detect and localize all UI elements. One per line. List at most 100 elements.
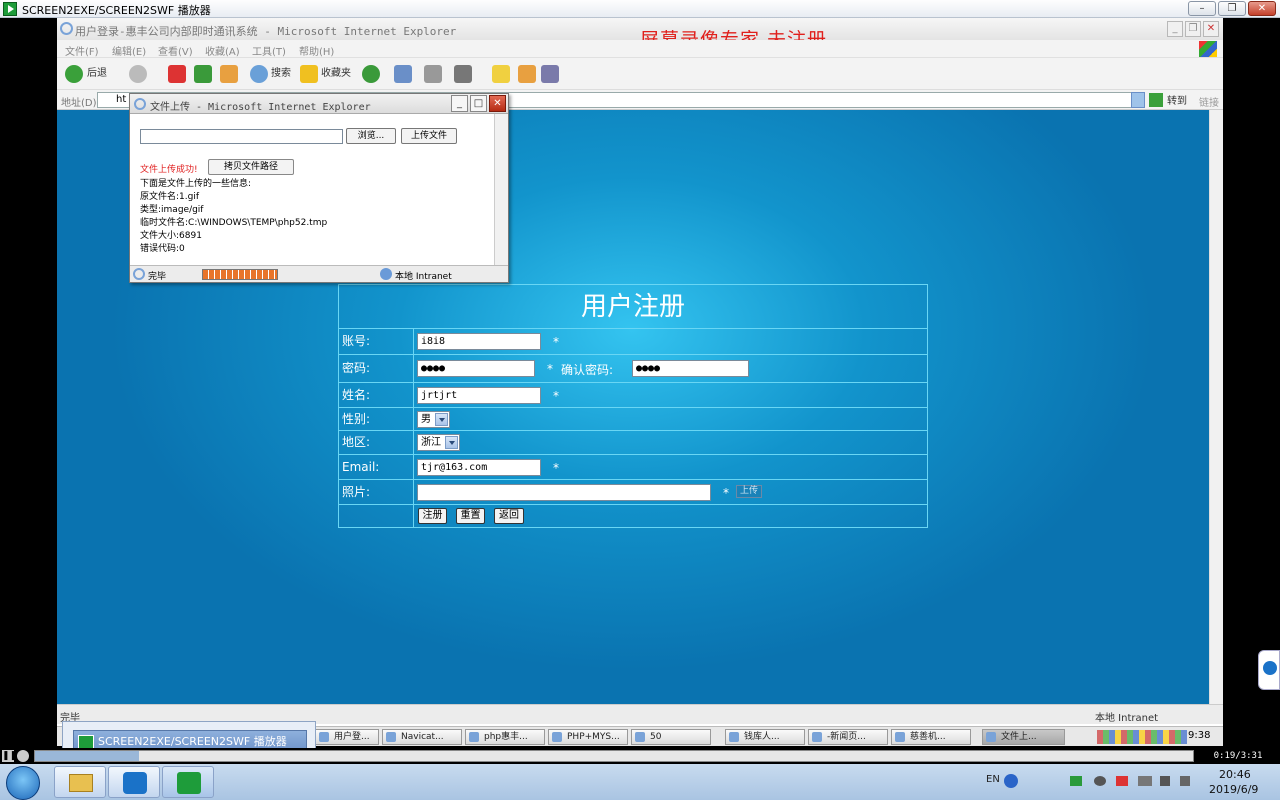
gender-select[interactable]: 男	[417, 411, 450, 428]
menu-file[interactable]: 文件(F)	[65, 43, 99, 58]
back-button[interactable]: 后退	[87, 65, 107, 83]
back-arrow-icon[interactable]	[65, 65, 83, 83]
file-path-input[interactable]	[140, 129, 343, 144]
taskbar-item-upload[interactable]: 文件上...	[982, 729, 1065, 745]
account-input[interactable]: i8i8	[417, 333, 541, 350]
gender-row: 性别: 男	[339, 408, 927, 431]
reset-button[interactable]: 重置	[456, 508, 485, 524]
popup-close-button[interactable]: ✕	[489, 95, 506, 112]
stop-icon[interactable]	[17, 750, 29, 762]
info-heading: 下面是文件上传的一些信息:	[140, 179, 252, 189]
ie-vertical-scrollbar[interactable]	[1209, 110, 1223, 704]
file-type: 类型:image/gif	[140, 205, 204, 215]
menu-tools[interactable]: 工具(T)	[252, 43, 286, 58]
register-button[interactable]: 注册	[418, 508, 447, 524]
taskbar-item-news[interactable]: -新闻页...	[808, 729, 888, 745]
favorites-button[interactable]: 收藏夹	[321, 65, 351, 83]
page-icon	[133, 268, 145, 280]
photo-input[interactable]	[417, 484, 711, 501]
help-icon[interactable]	[1004, 774, 1018, 788]
favorites-star-icon[interactable]	[300, 65, 318, 83]
ie-minimize-button[interactable]: _	[1167, 21, 1183, 37]
password-input[interactable]: ●●●●	[417, 360, 535, 377]
chevron-down-icon[interactable]	[445, 436, 458, 449]
email-row: Email: tjr@163.com *	[339, 455, 927, 480]
seek-track[interactable]	[34, 750, 1194, 762]
go-button[interactable]: 转到	[1167, 92, 1187, 107]
photo-required-mark: *	[723, 486, 729, 500]
taskbar-item-charity[interactable]: 慈善机...	[891, 729, 971, 745]
taskbar-item-qianku[interactable]: 钱库人...	[725, 729, 805, 745]
chevron-down-icon[interactable]	[435, 413, 448, 426]
address-dropdown-icon[interactable]	[1131, 92, 1145, 108]
popup-maximize-button[interactable]: □	[470, 95, 487, 112]
taskbar-item-login[interactable]: 用户登...	[315, 729, 379, 745]
browse-button[interactable]: 浏览...	[346, 128, 396, 144]
name-input[interactable]: jrtjrt	[417, 387, 541, 404]
ie-restore-button[interactable]: ❐	[1185, 21, 1201, 37]
button-row: 注册 重置 返回	[339, 505, 927, 528]
messenger-icon[interactable]	[541, 65, 559, 83]
clock-time[interactable]: 20:46	[1219, 768, 1251, 781]
taskbar-item-phpmysql[interactable]: PHP+MYS...	[548, 729, 628, 745]
research-icon[interactable]	[518, 65, 536, 83]
popup-scrollbar[interactable]	[494, 114, 508, 265]
name-row: 姓名: jrtjrt *	[339, 383, 927, 408]
links-button[interactable]: 链接	[1199, 94, 1219, 109]
edit-icon[interactable]	[454, 65, 472, 83]
taskbar-item-folder-50[interactable]: 50	[631, 729, 711, 745]
player-maximize-button[interactable]: ❐	[1218, 1, 1246, 16]
player-close-button[interactable]: ✕	[1248, 1, 1276, 16]
upload-file-button[interactable]: 上传文件	[401, 128, 457, 144]
stop-icon[interactable]	[168, 65, 186, 83]
history-icon[interactable]	[362, 65, 380, 83]
tray-icons[interactable]	[1097, 730, 1187, 744]
back-button[interactable]: 返回	[494, 508, 524, 524]
search-button[interactable]: 搜索	[271, 65, 291, 83]
account-row: 账号: i8i8 *	[339, 329, 927, 355]
search-icon[interactable]	[250, 65, 268, 83]
menu-view[interactable]: 查看(V)	[158, 43, 193, 58]
tray-app-icon[interactable]	[1116, 776, 1128, 786]
photo-label: 照片:	[339, 480, 414, 504]
volume-icon[interactable]	[1160, 776, 1170, 786]
popup-minimize-button[interactable]: _	[451, 95, 468, 112]
confirm-password-input[interactable]: ●●●●	[632, 360, 749, 377]
password-label: 密码:	[339, 355, 414, 382]
home-icon[interactable]	[220, 65, 238, 83]
explorer-pinned-icon[interactable]	[54, 766, 106, 798]
tray-network-icon[interactable]	[1070, 776, 1082, 786]
teamviewer-pinned-icon[interactable]	[108, 766, 160, 798]
account-required-mark: *	[553, 335, 559, 349]
photo-upload-button[interactable]: 上传	[736, 485, 762, 498]
go-arrow-icon[interactable]	[1149, 93, 1163, 107]
print-icon[interactable]	[424, 65, 442, 83]
menu-favorites[interactable]: 收藏(A)	[205, 43, 240, 58]
tray-chat-icon[interactable]	[1094, 776, 1106, 786]
language-indicator[interactable]: EN	[986, 774, 1000, 785]
region-select[interactable]: 浙江	[417, 434, 460, 451]
menu-edit[interactable]: 编辑(E)	[112, 43, 146, 58]
windows-taskbar: EN 20:46 2019/6/9	[0, 764, 1280, 800]
ie-close-button[interactable]: ✕	[1203, 21, 1219, 37]
tray-monitor-icon[interactable]	[1180, 776, 1190, 786]
clock-date[interactable]: 2019/6/9	[1209, 783, 1258, 796]
start-button[interactable]	[6, 766, 40, 800]
player-minimize-button[interactable]: –	[1188, 1, 1216, 16]
ie-window-title: 用户登录-惠丰公司内部即时通讯系统 - Microsoft Internet E…	[75, 25, 457, 38]
tray-device-icon[interactable]	[1138, 776, 1152, 786]
mail-icon[interactable]	[394, 65, 412, 83]
upload-success-text: 文件上传成功!	[140, 165, 198, 175]
taskbar-item-php[interactable]: php惠丰...	[465, 729, 545, 745]
forward-arrow-icon[interactable]	[129, 65, 147, 83]
taskbar-item-navicat[interactable]: Navicat...	[382, 729, 462, 745]
copy-path-button[interactable]: 拷贝文件路径	[208, 159, 294, 175]
email-input[interactable]: tjr@163.com	[417, 459, 541, 476]
refresh-icon[interactable]	[194, 65, 212, 83]
player-pinned-icon[interactable]	[162, 766, 214, 798]
teamviewer-side-tab[interactable]	[1258, 650, 1280, 690]
pause-icon[interactable]: ❚❚	[2, 750, 17, 762]
notes-icon[interactable]	[492, 65, 510, 83]
menu-help[interactable]: 帮助(H)	[299, 43, 334, 58]
ie-icon	[60, 22, 73, 35]
